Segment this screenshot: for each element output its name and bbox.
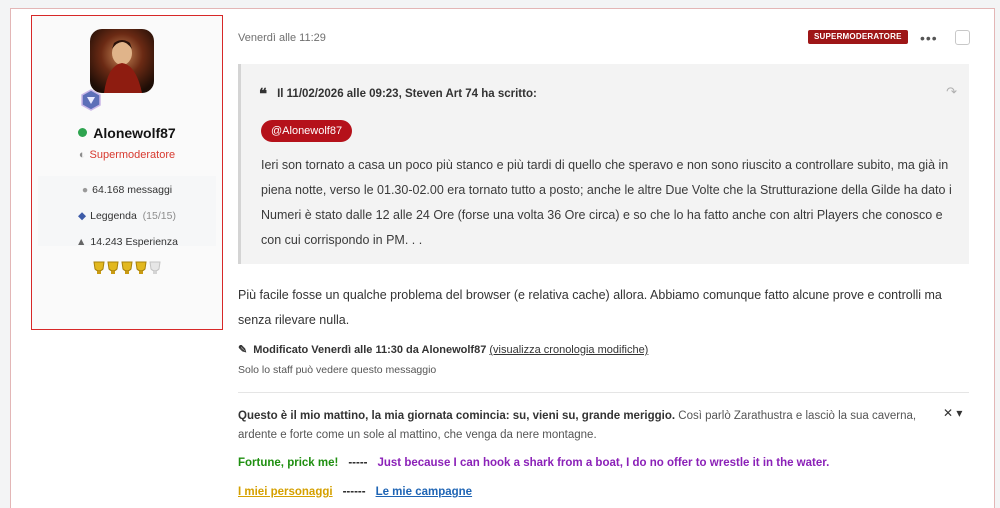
characters-link[interactable]: I miei personaggi [238,486,333,498]
rank-emblem-icon [80,89,102,111]
user-mention[interactable]: @Alonewolf87 [261,120,353,142]
trophy-row [32,260,222,275]
signature-line-2: I miei personaggi ------ Le mie campagne [238,486,473,498]
fortune-text: Fortune, prick me! [238,457,339,469]
supermoderator-badge: SUPERMODERATORE [808,30,908,44]
shark-text: Just because I can hook a shark from a b… [377,457,830,469]
username[interactable]: Alonewolf87 [32,125,222,141]
trophy-icon [93,261,105,274]
signature-quote: Questo è il mio mattino, la mia giornata… [238,410,917,441]
message-count: ● 64.168 messaggi [81,184,173,196]
user-rank: ◆ Leggenda (15/15) [78,210,176,222]
rank-gem-icon: ◆ [78,210,87,222]
jump-to-quote-icon[interactable]: ↷ [946,84,957,100]
edit-icon: ✎ [238,344,248,356]
edit-history-link[interactable]: (visualizza cronologia modifiche) [489,344,648,356]
online-status-icon [78,128,88,137]
campaigns-link[interactable]: Le mie campagne [376,486,473,498]
signature-line-1: Fortune, prick me! ----- Just because I ca… [238,457,830,469]
post-body: Più facile fosse un qualche problema del… [238,288,942,327]
shield-icon: ◐ [78,149,86,161]
quote-icon: ❝ [259,85,268,103]
signature-controls[interactable]: ✕ ▾ [943,406,962,420]
quote-block: ❝ Il 11/02/2026 alle 09:23, Steven Art 74… [238,64,969,264]
user-avatar[interactable] [90,29,154,93]
trophy-icon [107,261,119,274]
thumbs-up-icon: ▲ [76,236,87,248]
user-stats: ● 64.168 messaggi ◆ Leggenda (15/15) ▲ 14.2… [38,176,216,248]
user-sidebar: Alonewolf87 ◐ Supermoderatore ● 64.168 mes… [31,15,223,330]
staff-note: Solo lo staff può vedere questo messaggi… [238,364,437,376]
quote-header[interactable]: ❝ Il 11/02/2026 alle 09:23, Steven Art 74… [259,85,537,103]
trophy-icon [121,261,133,274]
signature-divider [238,392,969,393]
comments-icon: ● [81,184,89,196]
more-options-icon[interactable]: ••• [920,30,938,46]
user-role: ◐ Supermoderatore [78,149,176,161]
trophy-icon [135,261,147,274]
edit-notice: ✎ Modificato Venerdì alle 11:30 da Alonew… [238,344,649,356]
post-date[interactable]: Venerdì alle 11:29 [238,32,326,44]
user-experience: ▲ 14.243 Esperienza [76,236,178,248]
trophy-icon-empty [149,261,161,274]
quote-text: Ieri son tornato a casa un poco più stan… [261,158,952,247]
select-post-checkbox[interactable] [955,30,970,45]
